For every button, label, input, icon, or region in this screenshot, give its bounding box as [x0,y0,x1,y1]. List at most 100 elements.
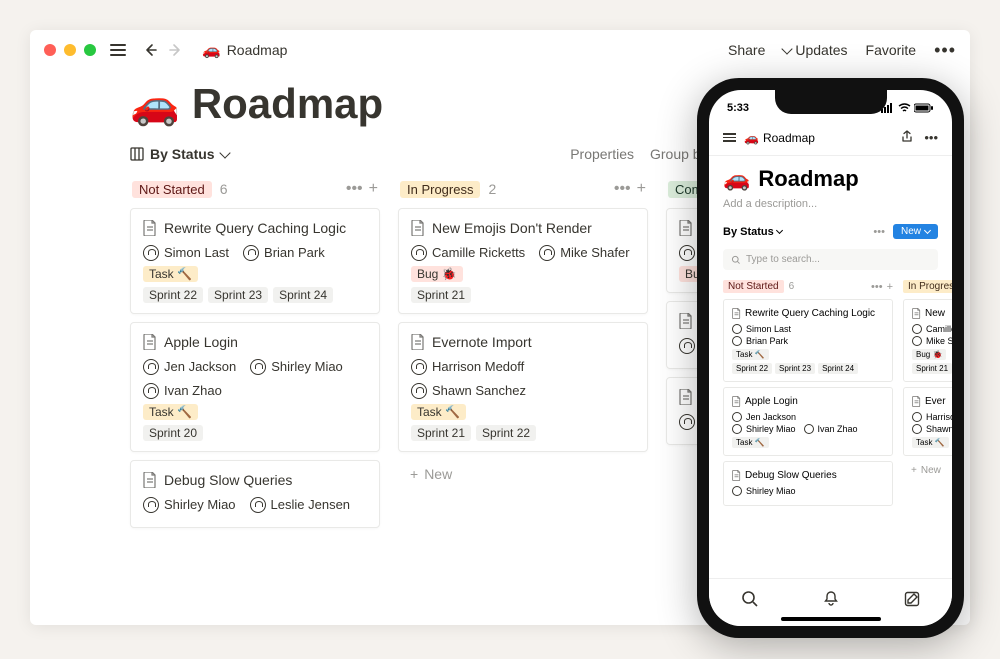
wifi-icon [898,103,911,113]
status-pill[interactable]: In Progress [400,181,480,198]
phone-title-area: 🚗 Roadmap Add a description... [709,156,952,216]
add-card-icon[interactable]: + [887,281,893,293]
assignee: Ivan Zhao [143,383,222,399]
column-more-icon[interactable]: ••• [871,281,883,293]
avatar-icon [411,359,427,375]
sprint-tag: Sprint 22 [476,425,536,441]
share-button[interactable]: Share [728,42,765,58]
more-icon[interactable]: ••• [924,130,938,145]
card-title: New [925,307,945,320]
breadcrumb[interactable]: 🚗 Roadmap [202,41,287,59]
avatar-icon [912,412,922,422]
column-header: Not Started 6 •••+ [723,278,893,299]
phone-description-placeholder[interactable]: Add a description... [723,198,938,210]
more-icon[interactable]: ••• [873,226,885,238]
add-card-icon[interactable]: + [369,180,378,198]
sprint-tag: Sprint 24 [818,363,858,374]
assignee: Harrison Medoff [411,359,524,375]
search-tab-icon[interactable] [741,590,759,608]
properties-button[interactable]: Properties [570,146,634,162]
column-header: In Progress •••+ [903,278,952,299]
avatar-icon [411,383,427,399]
assignee: Shirley Miao [250,359,343,375]
column-more-icon[interactable]: ••• [614,180,631,198]
avatar-icon [250,359,266,375]
kanban-card[interactable]: Apple Login Jen JacksonShirley MiaoIvan … [130,322,380,452]
phone-breadcrumb[interactable]: 🚗 Roadmap [744,131,815,145]
avatar-icon [143,383,159,399]
status-pill[interactable]: Not Started [132,181,212,198]
chevron-down-icon [776,226,783,233]
favorite-button[interactable]: Favorite [866,42,917,58]
close-window[interactable] [44,44,56,56]
phone-page-title[interactable]: 🚗 Roadmap [723,166,938,192]
page-emoji-icon: 🚗 [744,131,759,145]
kanban-card[interactable]: New Emojis Don't Render Camille Ricketts… [398,208,648,314]
assignee: Camille [912,324,952,334]
page-emoji-icon: 🚗 [723,166,750,192]
kanban-card[interactable]: Evernote Import Harrison MedoffShawn San… [398,322,648,452]
kanban-card[interactable]: Rewrite Query Caching Logic Simon LastBr… [130,208,380,314]
kanban-column: Not Started 6 •••+ Rewrite Query Caching… [130,176,380,536]
titlebar-actions: Share Updates Favorite ••• [728,40,956,61]
kanban-card[interactable]: Debug Slow Queries Shirley MiaoLeslie Je… [130,460,380,528]
plus-icon: + [911,465,917,476]
maximize-window[interactable] [84,44,96,56]
add-card-icon[interactable]: + [637,180,646,198]
forward-button[interactable] [166,40,186,60]
phone-frame: 5:33 🚗 Roadmap ••• 🚗 Roadmap Add [697,78,964,638]
type-tag: Task 🔨 [912,437,949,448]
avatar-icon [732,336,742,346]
status-pill[interactable]: Not Started [723,280,784,293]
more-icon[interactable]: ••• [934,40,956,61]
phone-screen: 5:33 🚗 Roadmap ••• 🚗 Roadmap Add [709,90,952,626]
card-title: Debug Slow Queries [745,469,837,482]
new-card-button[interactable]: + New [903,461,952,480]
kanban-card[interactable]: New CamilleMike SBug 🐞Sprint 21 [903,299,952,382]
assignee: Simon Last [732,324,884,334]
phone-search[interactable]: Type to search... [723,249,938,270]
kanban-card[interactable]: Ever HarrisoShawnTask 🔨 [903,387,952,456]
new-card-button[interactable]: + New [398,460,648,488]
share-icon[interactable] [900,130,914,144]
card-title: New Emojis Don't Render [432,219,592,238]
minimize-window[interactable] [64,44,76,56]
status-pill[interactable]: In Progress [903,280,952,293]
document-icon [411,334,425,350]
column-count: 2 [488,181,496,197]
type-tag: Bug 🐞 [912,349,946,360]
phone-menu-icon[interactable] [723,133,736,142]
card-title: Debug Slow Queries [164,471,292,490]
page-emoji-icon: 🚗 [202,41,221,59]
avatar-icon [143,497,159,513]
avatar-icon [243,245,259,261]
document-icon [732,470,741,481]
avatar-icon [912,324,922,334]
back-button[interactable] [140,40,160,60]
column-header: Not Started 6 •••+ [130,176,380,208]
kanban-card[interactable]: Debug Slow Queries Shirley Miao [723,461,893,506]
arrow-right-icon [168,42,184,58]
sidebar-toggle-icon[interactable] [110,44,126,56]
compose-tab-icon[interactable] [903,590,921,608]
notifications-tab-icon[interactable] [822,590,840,608]
phone-status-icons [881,103,934,113]
chevron-down-icon [924,227,931,234]
avatar-icon [912,424,922,434]
kanban-column: Not Started 6 •••+ Rewrite Query Caching… [723,278,893,511]
kanban-card[interactable]: Rewrite Query Caching Logic Simon LastBr… [723,299,893,382]
phone-view-selector[interactable]: By Status [723,226,782,238]
document-icon [679,389,693,405]
assignee: Brian Park [243,245,325,261]
kanban-column: In Progress •••+ New CamilleMike SBug 🐞S… [903,278,952,511]
view-selector[interactable]: By Status [130,146,229,162]
type-tag: Task 🔨 [143,266,198,282]
phone-time: 5:33 [727,102,749,114]
column-more-icon[interactable]: ••• [346,180,363,198]
kanban-card[interactable]: Apple Login Jen Jackson Shirley Miao Iva… [723,387,893,456]
avatar-icon [411,245,427,261]
phone-new-button[interactable]: New [893,224,938,239]
assignee: Mike Shafer [539,245,629,261]
updates-button[interactable]: Updates [783,42,847,58]
card-title: Apple Login [164,333,238,352]
